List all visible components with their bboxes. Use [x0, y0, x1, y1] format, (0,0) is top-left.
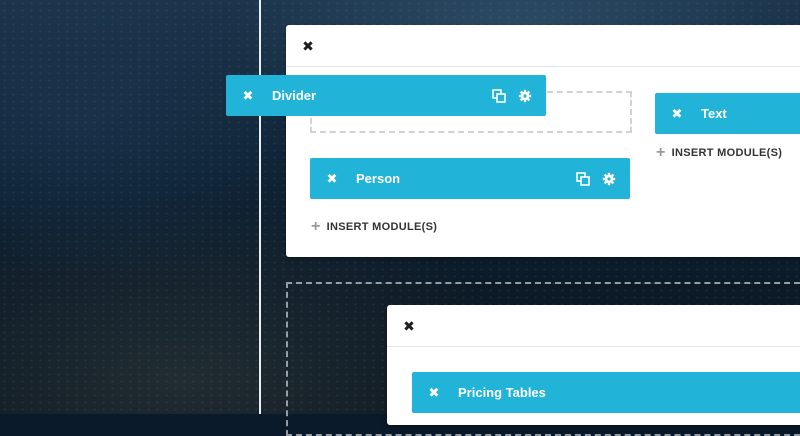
- settings-gear-icon[interactable]: [518, 89, 532, 103]
- module-label: Person: [356, 171, 401, 186]
- module-label: Text: [701, 106, 727, 121]
- close-icon[interactable]: ✖: [668, 106, 686, 122]
- insert-label: INSERT MODULE(S): [326, 221, 438, 233]
- row-panel: ✖ ✖ Person + INSERT MODULE(S) ✖ Text + I…: [286, 25, 800, 257]
- plus-icon: +: [311, 218, 321, 235]
- copy-icon[interactable]: [492, 88, 506, 103]
- module-pricing-tables[interactable]: ✖ Pricing Tables: [412, 372, 800, 413]
- module-person[interactable]: ✖ Person: [310, 158, 630, 199]
- module-divider-dragging[interactable]: ✖ Divider: [226, 75, 546, 116]
- settings-gear-icon[interactable]: [602, 172, 616, 186]
- insert-label: INSERT MODULE(S): [671, 147, 783, 159]
- close-icon[interactable]: ✖: [239, 88, 257, 104]
- insert-module-button-right[interactable]: + INSERT MODULE(S): [656, 144, 783, 161]
- insert-module-button-left[interactable]: + INSERT MODULE(S): [311, 218, 438, 235]
- row-header: ✖: [387, 305, 800, 347]
- column-guide-line: [259, 0, 261, 414]
- close-icon[interactable]: ✖: [323, 171, 341, 187]
- row-header: ✖: [286, 25, 800, 67]
- module-text[interactable]: ✖ Text: [655, 93, 800, 134]
- row-close-icon[interactable]: ✖: [298, 36, 318, 56]
- module-label: Pricing Tables: [458, 385, 546, 400]
- plus-icon: +: [656, 144, 666, 161]
- close-icon[interactable]: ✖: [425, 385, 443, 401]
- row-close-icon[interactable]: ✖: [399, 316, 419, 336]
- module-label: Divider: [272, 88, 317, 103]
- row-panel-lower: ✖ ✖ Pricing Tables: [387, 305, 800, 425]
- copy-icon[interactable]: [576, 171, 590, 186]
